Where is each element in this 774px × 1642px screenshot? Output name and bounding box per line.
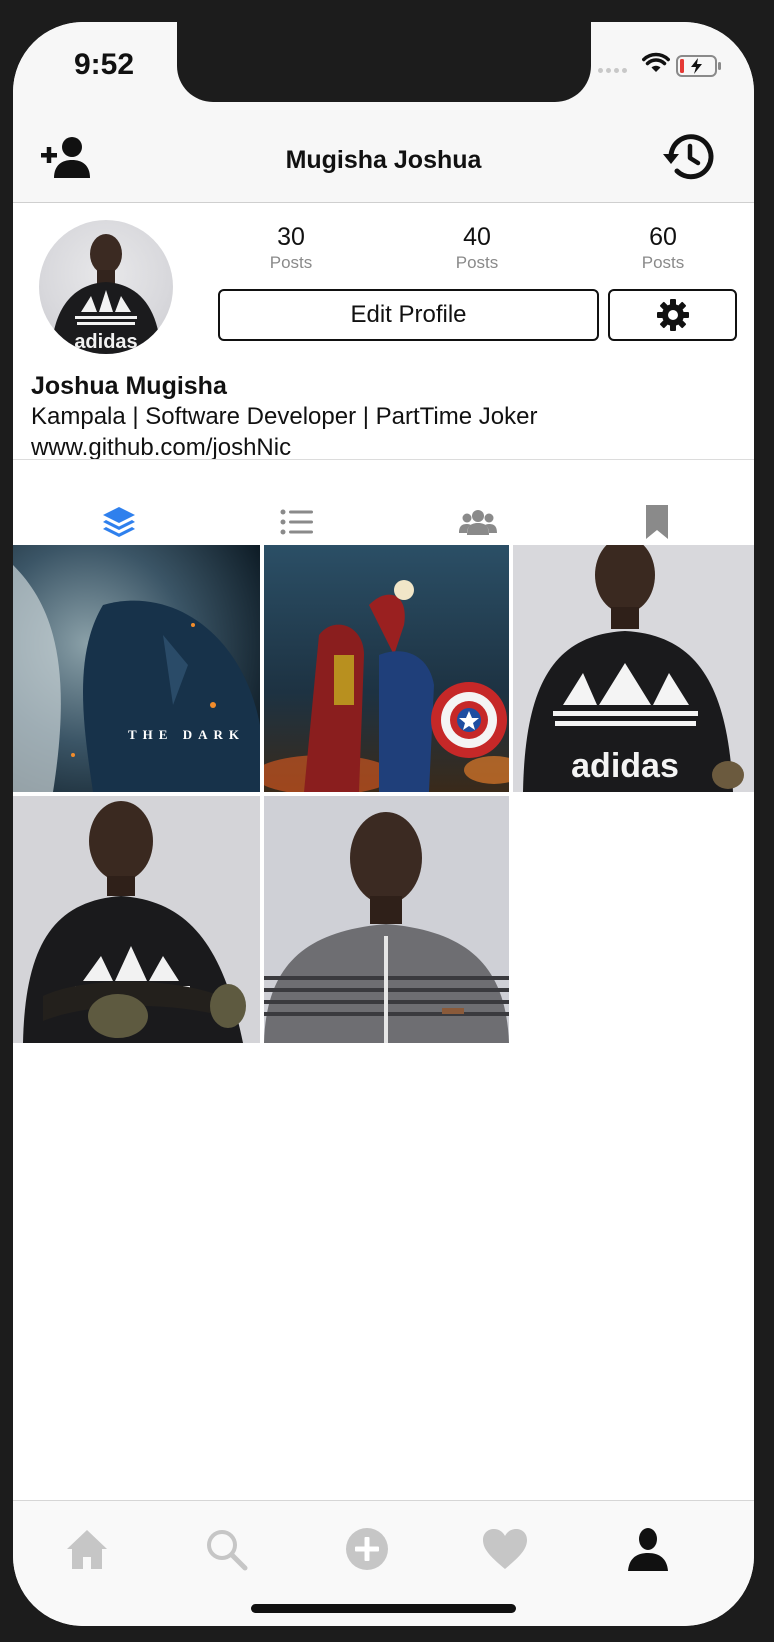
profile-bio: Kampala | Software Developer | PartTime … [31,403,538,430]
post-thumbnail-1[interactable]: THE DARK [13,545,260,792]
stat-value: 30 [277,223,305,251]
person-icon [628,1528,668,1571]
avatar-photo: adidas [51,234,161,354]
avatar-logo-text: adidas [74,331,137,353]
history-icon[interactable] [662,132,716,182]
adidas-portrait-image: adidas [513,545,754,792]
tab-grid[interactable] [89,502,149,542]
avengers-poster-image [264,545,509,792]
stat-value: 60 [649,223,677,251]
profile-website-link[interactable]: www.github.com/joshNic [31,434,291,462]
bookmark-icon [646,505,668,539]
tab-list[interactable] [267,502,327,542]
page-title: Mugisha Joshua [285,146,482,174]
post-thumbnail-4[interactable] [13,796,260,1043]
tab-profile[interactable] [618,1521,678,1577]
avatar[interactable]: adidas [39,220,173,354]
notch [177,22,591,102]
arms-crossed-portrait-image [13,796,260,1043]
phone-screen: 9:52 Mugisha Joshua adidas 30 Posts 40 P… [13,22,754,1626]
stat-label: Posts [641,253,685,272]
status-time: 9:52 [74,48,135,81]
home-icon [67,1530,107,1569]
stat-posts-2[interactable]: 40 Posts [407,222,547,274]
stat-label: Posts [269,253,313,272]
stat-posts-3[interactable]: 60 Posts [593,222,733,274]
post-thumbnail-3[interactable]: adidas [513,545,754,792]
navigation-bar: Mugisha Joshua [13,110,754,203]
heart-icon [483,1529,527,1569]
stat-value: 40 [463,223,491,251]
tab-home[interactable] [57,1521,117,1577]
stat-label: Posts [455,253,499,272]
tab-add[interactable] [337,1521,397,1577]
search-icon [207,1530,248,1571]
post-thumbnail-2[interactable] [264,545,509,792]
add-circle-icon [346,1528,388,1570]
tab-search[interactable] [196,1521,256,1577]
stat-posts-1[interactable]: 30 Posts [221,222,361,274]
poster-caption: THE DARK [128,727,245,742]
battery-icon [676,55,721,77]
tab-tagged[interactable] [448,502,508,542]
divider [13,459,754,460]
post-thumbnail-5[interactable] [264,796,509,1043]
profile-name: Joshua Mugisha [31,372,227,400]
status-bar: 9:52 [13,22,754,110]
gear-icon [656,299,689,331]
joker-poster-image: THE DARK [13,545,260,792]
shirt-logo-text: adidas [571,747,679,785]
signal-icon [598,68,627,73]
wifi-icon [642,52,670,72]
settings-button[interactable] [608,289,737,341]
home-indicator[interactable] [251,1604,516,1613]
group-icon [459,510,497,535]
tab-activity[interactable] [475,1521,535,1577]
layers-icon [103,507,135,537]
shirt-portrait-image [264,796,509,1043]
edit-profile-button[interactable]: Edit Profile [218,289,599,341]
list-icon [280,509,313,535]
tab-saved[interactable] [627,502,687,542]
